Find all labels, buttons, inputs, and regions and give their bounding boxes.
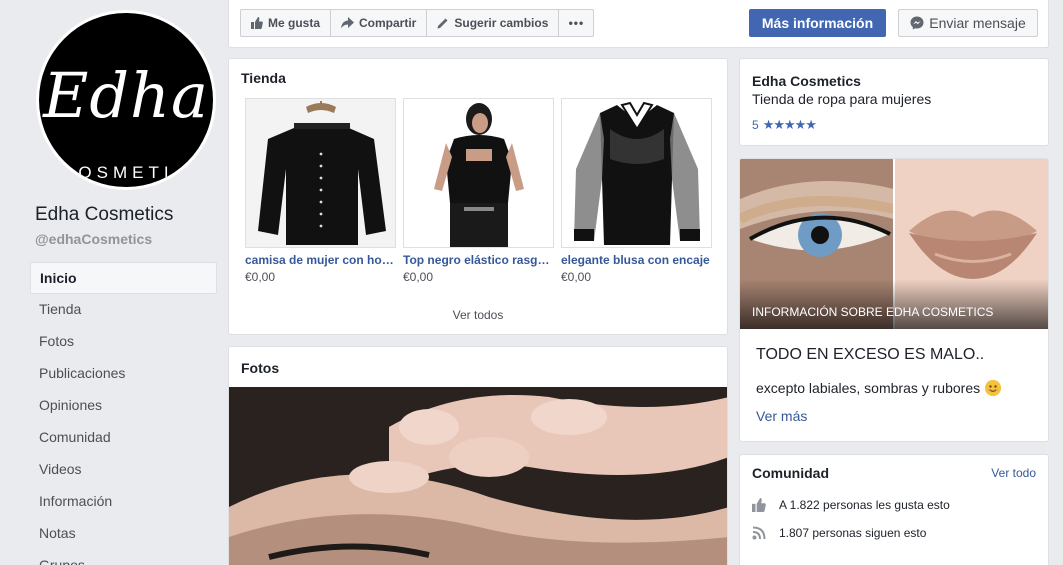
nav-item-videos[interactable]: Videos bbox=[30, 454, 217, 486]
product-name[interactable]: elegante blusa con encaje bbox=[561, 253, 712, 267]
info-page-category[interactable]: Tienda de ropa para mujeres bbox=[752, 91, 931, 107]
page-handle[interactable]: @edhaCosmetics bbox=[35, 231, 152, 247]
featured-photo[interactable] bbox=[229, 387, 727, 565]
nav-item-comunidad[interactable]: Comunidad bbox=[30, 422, 217, 454]
send-message-button[interactable]: Enviar mensaje bbox=[898, 9, 1038, 37]
about-description: excepto labiales, sombras y rubores bbox=[756, 380, 1002, 396]
nav-item-informacion[interactable]: Información bbox=[30, 486, 217, 518]
product-image-off-shoulder-shirt[interactable] bbox=[245, 98, 396, 248]
about-section-label: INFORMACIÓN SOBRE EDHA COSMETICS bbox=[752, 305, 994, 319]
about-headline: TODO EN EXCESO ES MALO.. bbox=[756, 346, 985, 363]
info-rating[interactable]: 5 ★★★★★ bbox=[752, 117, 817, 133]
product-list: camisa de mujer con hombros descubiertos… bbox=[245, 98, 719, 284]
product-price: €0,00 bbox=[403, 270, 434, 284]
community-likes-text: A 1.822 personas les gusta esto bbox=[779, 498, 950, 512]
rss-follow-icon bbox=[752, 526, 768, 540]
nav-item-notas[interactable]: Notas bbox=[30, 518, 217, 550]
smiley-emoji-icon bbox=[985, 380, 1002, 396]
avatar-logo-text: Edha bbox=[43, 59, 209, 132]
page-info-card: Edha Cosmetics Tienda de ropa para mujer… bbox=[739, 58, 1049, 146]
photos-section: Fotos bbox=[228, 346, 728, 565]
thumbs-up-icon bbox=[752, 498, 768, 512]
thumbs-up-icon bbox=[251, 17, 263, 29]
page-nav: Inicio Tienda Fotos Publicaciones Opinio… bbox=[30, 262, 217, 565]
send-message-label: Enviar mensaje bbox=[929, 15, 1026, 31]
nav-item-fotos[interactable]: Fotos bbox=[30, 326, 217, 358]
community-likes-row: A 1.822 personas les gusta esto bbox=[752, 498, 950, 512]
info-page-name[interactable]: Edha Cosmetics bbox=[752, 73, 861, 89]
nav-item-publicaciones[interactable]: Publicaciones bbox=[30, 358, 217, 390]
suggest-edits-button[interactable]: Sugerir cambios bbox=[426, 9, 560, 37]
product-image-lace-blouse[interactable] bbox=[561, 98, 712, 248]
page-action-bar: Me gusta Compartir Sugerir cambios ••• M… bbox=[228, 0, 1049, 48]
nav-item-grupos[interactable]: Grupos bbox=[30, 550, 217, 565]
product-price: €0,00 bbox=[561, 270, 592, 284]
product-price: €0,00 bbox=[245, 270, 276, 284]
learn-more-button[interactable]: Más información bbox=[749, 9, 886, 37]
community-title[interactable]: Comunidad bbox=[752, 465, 829, 481]
star-rating-icon: ★★★★★ bbox=[762, 117, 817, 132]
community-followers-row: 1.807 personas siguen esto bbox=[752, 526, 926, 540]
product-item[interactable]: Top negro elástico rasgado €0,00 bbox=[403, 98, 554, 284]
see-more-link[interactable]: Ver más bbox=[756, 408, 807, 424]
like-label: Me gusta bbox=[268, 16, 321, 30]
rating-value: 5 bbox=[752, 118, 759, 132]
about-images[interactable]: INFORMACIÓN SOBRE EDHA COSMETICS bbox=[740, 159, 1048, 329]
community-card: Comunidad Ver todo A 1.822 personas les … bbox=[739, 454, 1049, 565]
profile-avatar[interactable]: Edha OSMETI bbox=[36, 10, 216, 190]
share-arrow-icon bbox=[341, 17, 355, 29]
share-button[interactable]: Compartir bbox=[330, 9, 428, 37]
about-description-text: excepto labiales, sombras y rubores bbox=[756, 380, 981, 396]
avatar-logo-subtext: OSMETI bbox=[78, 163, 174, 182]
left-column: Edha OSMETI Edha Cosmetics @edhaCosmetic… bbox=[0, 0, 228, 565]
like-button[interactable]: Me gusta bbox=[240, 9, 332, 37]
product-name[interactable]: Top negro elástico rasgado bbox=[403, 253, 554, 267]
product-image-ripped-black-top[interactable] bbox=[403, 98, 554, 248]
product-name[interactable]: camisa de mujer con hombros descubiertos bbox=[245, 253, 396, 267]
see-all-products-link[interactable]: Ver todos bbox=[229, 308, 727, 322]
nav-item-opiniones[interactable]: Opiniones bbox=[30, 390, 217, 422]
avatar-logo-image: Edha OSMETI bbox=[39, 13, 213, 187]
page-name[interactable]: Edha Cosmetics bbox=[35, 204, 173, 226]
suggest-edits-label: Sugerir cambios bbox=[454, 16, 549, 30]
about-card: INFORMACIÓN SOBRE EDHA COSMETICS TODO EN… bbox=[739, 158, 1049, 442]
shop-section: Tienda camisa de mujer con hombros descu… bbox=[228, 58, 728, 335]
community-see-all-link[interactable]: Ver todo bbox=[991, 466, 1036, 480]
community-followers-text: 1.807 personas siguen esto bbox=[779, 526, 927, 540]
nav-item-tienda[interactable]: Tienda bbox=[30, 294, 217, 326]
nav-item-inicio[interactable]: Inicio bbox=[30, 262, 217, 294]
more-dots-icon: ••• bbox=[568, 16, 585, 30]
messenger-icon bbox=[910, 16, 924, 30]
product-item[interactable]: camisa de mujer con hombros descubiertos… bbox=[245, 98, 396, 284]
action-button-group: Me gusta Compartir Sugerir cambios ••• bbox=[240, 9, 595, 37]
about-image-overlay bbox=[740, 279, 1048, 329]
more-options-button[interactable]: ••• bbox=[558, 9, 595, 37]
photos-title[interactable]: Fotos bbox=[241, 360, 279, 376]
shop-title[interactable]: Tienda bbox=[241, 70, 286, 86]
product-item[interactable]: elegante blusa con encaje €0,00 bbox=[561, 98, 712, 284]
pencil-icon bbox=[437, 17, 449, 29]
share-label: Compartir bbox=[359, 16, 417, 30]
